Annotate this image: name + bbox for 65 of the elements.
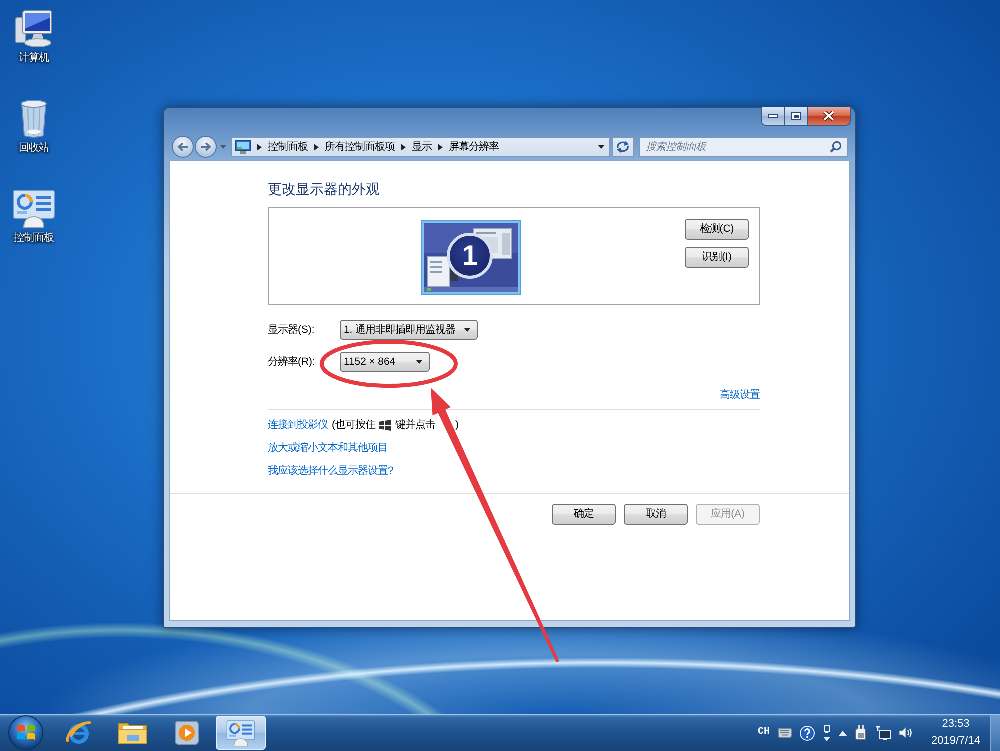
breadcrumb-item[interactable]: 显示 [412, 140, 432, 154]
hint-text: ) [455, 419, 459, 432]
help-icon[interactable] [800, 726, 815, 740]
refresh-button[interactable] [612, 137, 634, 157]
speaker-icon[interactable] [899, 727, 913, 739]
up-triangle-icon[interactable] [839, 730, 847, 736]
field-label: 分辨率(R): [268, 356, 316, 368]
projector-link[interactable]: 连接到投影仪 [268, 419, 328, 432]
breadcrumb-item[interactable]: 控制面板 [268, 140, 308, 154]
dropdown[interactable]: 1152 × 864 [340, 352, 430, 372]
chevron-right-icon[interactable] [401, 144, 406, 150]
breadcrumb-item[interactable]: 所有控制面板项 [325, 140, 395, 154]
taskbar-button[interactable] [216, 716, 266, 750]
monitor-icon [235, 140, 251, 154]
network-monitor-icon[interactable] [875, 726, 891, 740]
dropdown[interactable]: 1. 通用非即插即用监视器 [340, 320, 478, 340]
maximize-icon [790, 112, 802, 120]
device-down-arrow-icon[interactable] [823, 724, 831, 742]
desktop-icon-label[interactable]: 控制面板 [14, 232, 54, 245]
close-icon [823, 111, 835, 121]
advanced-settings-link[interactable]: 高级设置 [720, 389, 760, 403]
dashboard-icon[interactable] [12, 189, 56, 229]
forward-button[interactable] [195, 136, 217, 158]
globe-orbit-icon[interactable] [65, 719, 93, 747]
chevron-right-icon[interactable] [438, 144, 443, 150]
arrow-right-icon [200, 142, 212, 152]
address-bar[interactable]: 控制面板 所有控制面板项 显示 屏幕分辨率 [231, 137, 610, 157]
monitor-tile[interactable]: 1 [422, 221, 520, 294]
ok-button[interactable]: 确定 [552, 504, 616, 525]
text-size-link[interactable]: 放大或缩小文本和其他项目 [268, 442, 388, 455]
display-help-link[interactable]: 我应该选择什么显示器设置? [268, 465, 394, 478]
minimize-button[interactable] [761, 107, 784, 126]
start-button[interactable] [8, 715, 44, 751]
caret-icon [464, 328, 471, 332]
desktop-icon-label[interactable]: 计算机 [19, 52, 49, 65]
field-label: 显示器(S): [268, 324, 316, 336]
maximize-button[interactable] [784, 107, 808, 126]
caret-icon [416, 360, 423, 364]
chevron-right-icon[interactable] [257, 144, 262, 150]
search-icon[interactable] [830, 141, 842, 153]
detect-button[interactable]: 检测(C) [685, 219, 749, 240]
caret-icon[interactable] [598, 145, 605, 149]
minimize-icon [768, 114, 778, 118]
dashboard-icon[interactable] [226, 720, 256, 746]
identify-button[interactable]: 识别(I) [685, 247, 749, 268]
page-heading: 更改显示器的外观 [268, 181, 381, 197]
hint-text: 键并点击 [395, 419, 436, 432]
close-button[interactable] [808, 107, 851, 126]
clock-time[interactable]: 23:53 [926, 716, 986, 733]
breadcrumb-item[interactable]: 屏幕分辨率 [449, 140, 499, 154]
search-field[interactable]: 搜索控制面板 [639, 137, 848, 157]
flag-icon [379, 420, 392, 431]
computer-icon[interactable] [14, 9, 54, 49]
language-indicator[interactable]: CH [758, 726, 770, 740]
power-plug-icon[interactable] [855, 725, 867, 741]
refresh-icon [616, 141, 630, 153]
arrow-left-icon [177, 142, 189, 152]
back-button[interactable] [172, 136, 194, 158]
cancel-button[interactable]: 取消 [624, 504, 688, 525]
desktop-icon-label[interactable]: 回收站 [19, 142, 49, 155]
play-icon[interactable] [174, 720, 200, 746]
chevron-right-icon[interactable] [314, 144, 319, 150]
clock-date[interactable]: 2019/7/14 [926, 733, 986, 750]
keyboard-icon[interactable] [778, 728, 792, 738]
hint-text: (也可按住 [332, 419, 376, 432]
